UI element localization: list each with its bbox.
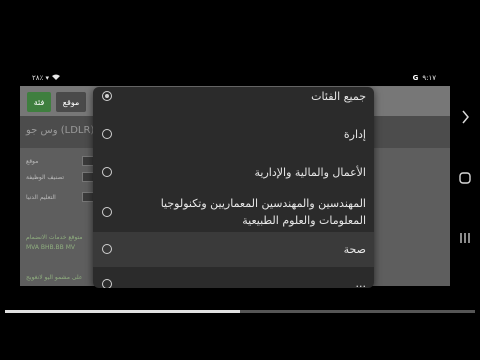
option-label: جميع الفئات — [311, 90, 366, 103]
option-label: الأعمال والمالية والإدارية — [254, 166, 366, 179]
android-nav-bar — [450, 72, 480, 286]
google-icon: G — [412, 74, 419, 82]
field-education-label: التعليم الدنيا — [26, 194, 56, 201]
option-label: صحة — [343, 243, 366, 256]
notify-link[interactable]: على مشمو اليو لانغويج — [26, 274, 82, 281]
wifi-icon — [52, 74, 61, 82]
option-label: إدارة — [343, 128, 366, 141]
battery-text: ٢٨٪ ▾ — [32, 74, 50, 82]
option-business-finance[interactable]: الأعمال والمالية والإدارية — [93, 161, 374, 185]
option-label: المهندسين والمهندسين المعماريين وتكنولوج… — [160, 197, 366, 227]
field-location-label: موقع — [26, 158, 39, 165]
status-bar: ٢٨٪ ▾ G ٩:١٧ — [20, 72, 450, 86]
option-all-categories[interactable]: جميع الفئات — [93, 87, 374, 107]
option-engineering-it[interactable]: المهندسين والمهندسين المعماريين وتكنولوج… — [93, 193, 374, 233]
video-progress-fill — [5, 310, 240, 313]
salary-title: متوقع خدمات الانضمام — [26, 234, 83, 241]
tab-location[interactable]: موقع — [56, 92, 86, 112]
radio-icon[interactable] — [102, 129, 112, 139]
radio-icon[interactable] — [102, 207, 112, 217]
salary-value: MVA BHB.BB MV — [26, 244, 75, 251]
category-dropdown[interactable]: جميع الفئات إدارة الأعمال والمالية والإد… — [93, 87, 374, 288]
radio-selected-icon[interactable] — [102, 91, 112, 101]
recents-icon[interactable] — [456, 232, 474, 248]
video-progress-bar[interactable] — [5, 310, 475, 313]
option-more[interactable]: ... — [93, 277, 374, 288]
home-icon[interactable] — [456, 172, 474, 188]
option-health[interactable]: صحة — [93, 232, 374, 267]
job-title-text: وس جو (LDLR) — [26, 125, 95, 136]
tab-category[interactable]: فئة — [27, 92, 51, 112]
option-management[interactable]: إدارة — [93, 123, 374, 147]
status-time: ٩:١٧ — [422, 74, 436, 82]
field-classification-label: تصنيف الوظيفة — [26, 174, 65, 181]
radio-icon[interactable] — [102, 244, 112, 254]
radio-icon[interactable] — [102, 279, 112, 288]
radio-icon[interactable] — [102, 167, 112, 177]
option-label: ... — [355, 277, 367, 288]
chevron-left-icon[interactable] — [456, 110, 474, 128]
